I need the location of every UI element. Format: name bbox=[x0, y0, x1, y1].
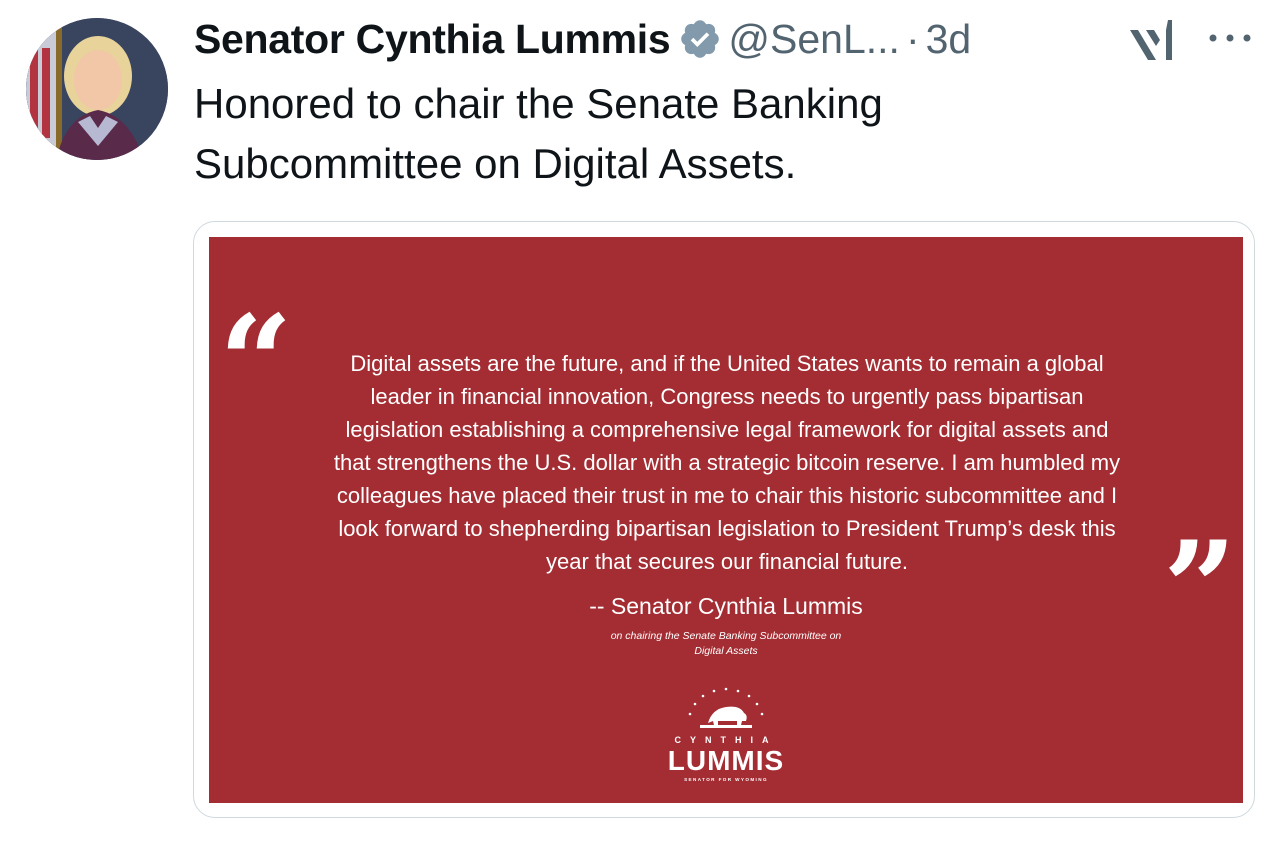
tweet-media-image[interactable]: “ Digital assets are the future, and if … bbox=[193, 221, 1255, 818]
quote-line: Digital assets are the future, and if th… bbox=[350, 351, 1104, 376]
verified-badge-icon bbox=[681, 20, 720, 58]
close-quote-mark: ” bbox=[1163, 514, 1237, 664]
quote-line: colleagues have placed their trust in me… bbox=[336, 483, 1118, 508]
avatar-portrait bbox=[26, 18, 168, 160]
quote-line: year that secures our financial future. bbox=[546, 549, 908, 574]
subnote-line-1: on chairing the Senate Banking Subcommit… bbox=[610, 630, 842, 642]
more-icon[interactable] bbox=[1206, 30, 1254, 46]
grok-icon[interactable] bbox=[1126, 14, 1178, 66]
tweet-text: Honored to chair the Senate Banking Subc… bbox=[194, 74, 1194, 194]
quote-body: Digital assets are the future, and if th… bbox=[269, 347, 1185, 578]
quote-line: leader in financial innovation, Congress… bbox=[370, 384, 1084, 409]
tweet-header: Senator Cynthia Lummis @SenL... · 3d bbox=[194, 10, 971, 68]
author-name[interactable]: Senator Cynthia Lummis bbox=[194, 16, 671, 63]
quote-graphic: “ Digital assets are the future, and if … bbox=[209, 237, 1243, 803]
author-avatar[interactable] bbox=[26, 18, 168, 160]
quote-line: that strengthens the U.S. dollar with a … bbox=[333, 450, 1121, 475]
quote-attribution: -- Senator Cynthia Lummis bbox=[589, 593, 863, 619]
tweet-text-line-2: Subcommittee on Digital Assets. bbox=[194, 140, 797, 187]
logo-last-name: LUMMIS bbox=[667, 745, 785, 776]
subnote-line-2: Digital Assets bbox=[694, 645, 758, 657]
tweet-timestamp[interactable]: 3d bbox=[926, 16, 972, 63]
author-handle[interactable]: @SenL... bbox=[728, 16, 900, 63]
quote-line: legislation establishing a comprehensive… bbox=[345, 417, 1109, 442]
tweet-text-line-1: Honored to chair the Senate Banking bbox=[194, 80, 883, 127]
quote-subnote: on chairing the Senate Banking Subcommit… bbox=[576, 629, 876, 659]
quote-line: look forward to shepherding bipartisan l… bbox=[338, 516, 1116, 541]
logo-subtitle: SENATOR FOR WYOMING bbox=[684, 777, 768, 782]
lummis-logo-text: CYNTHIA LUMMIS SENATOR FOR WYOMING bbox=[656, 735, 796, 784]
separator-dot: · bbox=[905, 15, 920, 62]
